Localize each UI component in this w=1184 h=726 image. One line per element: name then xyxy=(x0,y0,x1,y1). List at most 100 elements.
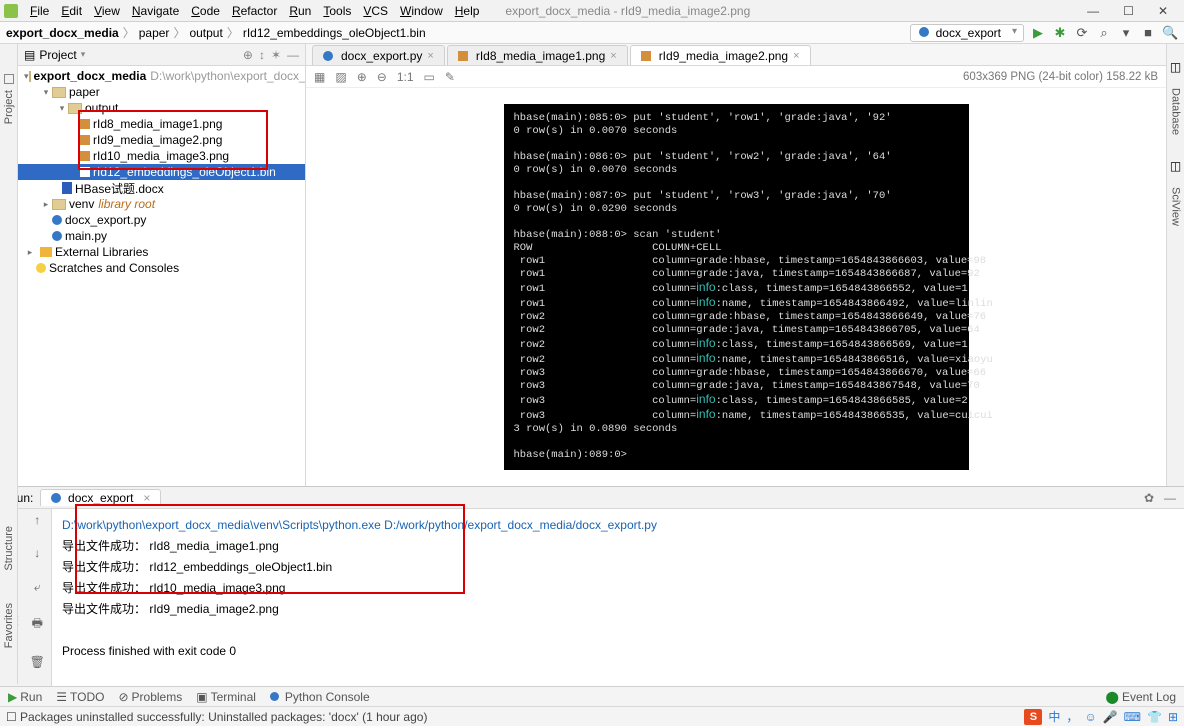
fit-icon[interactable]: ▭ xyxy=(424,70,435,84)
status-bar: ☐ Packages uninstalled successfully: Uni… xyxy=(0,706,1184,726)
tree-file[interactable]: rId10_media_image3.png xyxy=(18,148,305,164)
window-maximize-icon[interactable]: ☐ xyxy=(1123,4,1134,18)
editor-tab[interactable]: rId8_media_image1.png× xyxy=(447,45,628,65)
bottom-tab-problems[interactable]: ⊘Problems xyxy=(118,690,182,704)
close-tab-icon[interactable]: × xyxy=(427,50,433,62)
expand-all-icon[interactable]: ↕ xyxy=(259,48,265,62)
grid-icon[interactable]: ▦ xyxy=(314,70,325,84)
more-run-icon[interactable]: ▾ xyxy=(1118,25,1134,41)
editor-tab[interactable]: docx_export.py× xyxy=(312,45,445,65)
up-icon[interactable]: ↑ xyxy=(26,513,50,540)
menu-navigate[interactable]: Navigate xyxy=(126,4,185,18)
ime-punct-icon[interactable]: ， xyxy=(1066,708,1078,725)
project-tree[interactable]: ▾export_docx_mediaD:\work\python\export_… xyxy=(18,66,305,278)
close-tab-icon[interactable]: × xyxy=(610,50,616,62)
editor-area: docx_export.py× rId8_media_image1.png× r… xyxy=(306,44,1166,486)
tree-external-libs[interactable]: ▸External Libraries xyxy=(18,244,305,260)
ime-mic-icon[interactable]: 🎤 xyxy=(1103,710,1118,724)
terminal-screenshot: hbase(main):085:0> put 'student', 'row1'… xyxy=(504,104,969,470)
crumb-item[interactable]: rId12_embeddings_oleObject1.bin xyxy=(243,26,426,40)
search-everywhere-icon[interactable]: 🔍 xyxy=(1162,25,1178,41)
menu-tools[interactable]: Tools xyxy=(317,4,357,18)
menu-bar: File Edit View Navigate Code Refactor Ru… xyxy=(0,0,1184,22)
bottom-tab-terminal[interactable]: ▣Terminal xyxy=(196,690,256,704)
tree-file-py[interactable]: main.py xyxy=(18,228,305,244)
tree-file[interactable]: rId8_media_image1.png xyxy=(18,116,305,132)
status-notification-icon[interactable]: ☐ xyxy=(6,710,17,724)
image-preview[interactable]: hbase(main):085:0> put 'student', 'row1'… xyxy=(306,88,1166,486)
down-icon[interactable]: ↓ xyxy=(26,546,50,573)
project-tool-icon[interactable] xyxy=(4,74,14,84)
zoom-out-icon[interactable]: ⊖ xyxy=(377,70,387,84)
coverage-button-icon[interactable]: ⟳ xyxy=(1074,25,1090,41)
hide-panel-icon[interactable]: — xyxy=(287,48,299,62)
structure-tool-label[interactable]: Structure xyxy=(3,526,15,571)
menu-view[interactable]: View xyxy=(88,4,126,18)
sciview-tool-label[interactable]: SciView xyxy=(1170,187,1182,226)
zoom-in-icon[interactable]: ⊕ xyxy=(357,70,367,84)
ime-keyboard-icon[interactable]: ⌨ xyxy=(1124,710,1141,724)
crumb-item[interactable]: paper xyxy=(139,26,170,40)
run-config-dropdown[interactable]: docx_export xyxy=(910,24,1024,42)
project-tool-label[interactable]: Project xyxy=(3,90,15,124)
tree-dir-paper[interactable]: ▾paper xyxy=(18,84,305,100)
favorites-tool-label[interactable]: Favorites xyxy=(3,603,15,648)
window-minimize-icon[interactable]: — xyxy=(1087,4,1099,18)
ime-emoji-icon[interactable]: ☺ xyxy=(1084,710,1096,724)
right-tool-strip: ◫ Database ◫ SciView xyxy=(1166,44,1184,486)
debug-button-icon[interactable]: ✱ xyxy=(1052,25,1068,41)
ime-lang[interactable]: 中 xyxy=(1048,708,1060,725)
menu-run[interactable]: Run xyxy=(283,4,317,18)
window-close-icon[interactable]: ✕ xyxy=(1158,4,1168,18)
tree-file-selected[interactable]: rId12_embeddings_oleObject1.bin xyxy=(18,164,305,180)
menu-code[interactable]: Code xyxy=(185,4,226,18)
menu-window[interactable]: Window xyxy=(394,4,449,18)
tree-root[interactable]: ▾export_docx_mediaD:\work\python\export_… xyxy=(18,68,305,84)
menu-help[interactable]: Help xyxy=(449,4,486,18)
bottom-tab-python-console[interactable]: Python Console xyxy=(270,690,370,704)
collapse-all-icon[interactable]: ✶ xyxy=(271,48,281,62)
ime-sogou-icon[interactable]: S xyxy=(1024,709,1042,725)
editor-tab-active[interactable]: rId9_media_image2.png× xyxy=(630,45,811,65)
menu-vcs[interactable]: VCS xyxy=(357,4,394,18)
tree-file-docx[interactable]: HBase试题.docx xyxy=(18,180,305,196)
sciview-tool-icon[interactable]: ◫ xyxy=(1170,159,1181,173)
database-tool-label[interactable]: Database xyxy=(1170,88,1182,135)
checker-icon[interactable]: ▨ xyxy=(335,70,346,84)
run-settings-icon[interactable]: ✿ xyxy=(1144,491,1154,505)
stop-button-icon[interactable]: ■ xyxy=(1140,25,1156,40)
project-panel: ▤ Project ▾ ⊕ ↕ ✶ — ▾export_docx_mediaD:… xyxy=(18,44,306,486)
tree-file[interactable]: rId9_media_image2.png xyxy=(18,132,305,148)
tree-file-py[interactable]: docx_export.py xyxy=(18,212,305,228)
ime-toolbox-icon[interactable]: ⊞ xyxy=(1168,710,1178,724)
run-hide-icon[interactable]: — xyxy=(1164,491,1176,505)
color-picker-icon[interactable]: ✎ xyxy=(445,70,455,84)
run-command: D:\work\python\export_docx_media\venv\Sc… xyxy=(62,515,1174,536)
bottom-tab-run[interactable]: ▶Run xyxy=(8,690,42,704)
ime-skin-icon[interactable]: 👕 xyxy=(1147,710,1162,724)
run-output[interactable]: D:\work\python\export_docx_media\venv\Sc… xyxy=(52,509,1184,686)
close-tab-icon[interactable]: × xyxy=(793,50,799,62)
crumb-item[interactable]: output xyxy=(189,26,222,40)
tree-scratches[interactable]: Scratches and Consoles xyxy=(18,260,305,276)
softwrap-icon[interactable]: ⤶ xyxy=(26,580,50,608)
crumb-root[interactable]: export_docx_media xyxy=(6,26,119,40)
run-button-icon[interactable]: ▶ xyxy=(1030,25,1046,41)
select-opened-file-icon[interactable]: ⊕ xyxy=(243,48,253,62)
clear-all-icon[interactable]: 🗑 xyxy=(26,655,50,682)
close-tab-icon[interactable]: × xyxy=(143,491,150,505)
profile-button-icon[interactable]: ⌕ xyxy=(1096,25,1112,41)
image-status: 603x369 PNG (24-bit color) 158.22 kB xyxy=(963,71,1158,83)
menu-refactor[interactable]: Refactor xyxy=(226,4,283,18)
run-tab[interactable]: docx_export× xyxy=(40,489,161,506)
scroll-icon[interactable]: 🖶 xyxy=(26,614,50,648)
database-tool-icon[interactable]: ◫ xyxy=(1170,60,1181,74)
tree-dir-venv[interactable]: ▸venvlibrary root xyxy=(18,196,305,212)
tree-dir-output[interactable]: ▾output xyxy=(18,100,305,116)
bottom-tab-todo[interactable]: ☰TODO xyxy=(56,690,104,704)
menu-edit[interactable]: Edit xyxy=(55,4,88,18)
menu-file[interactable]: File xyxy=(24,4,55,18)
run-line: 导出文件成功： rId12_embeddings_oleObject1.bin xyxy=(62,557,1174,578)
project-panel-title[interactable]: Project xyxy=(39,48,76,62)
event-log-button[interactable]: ⬤Event Log xyxy=(1106,690,1176,704)
